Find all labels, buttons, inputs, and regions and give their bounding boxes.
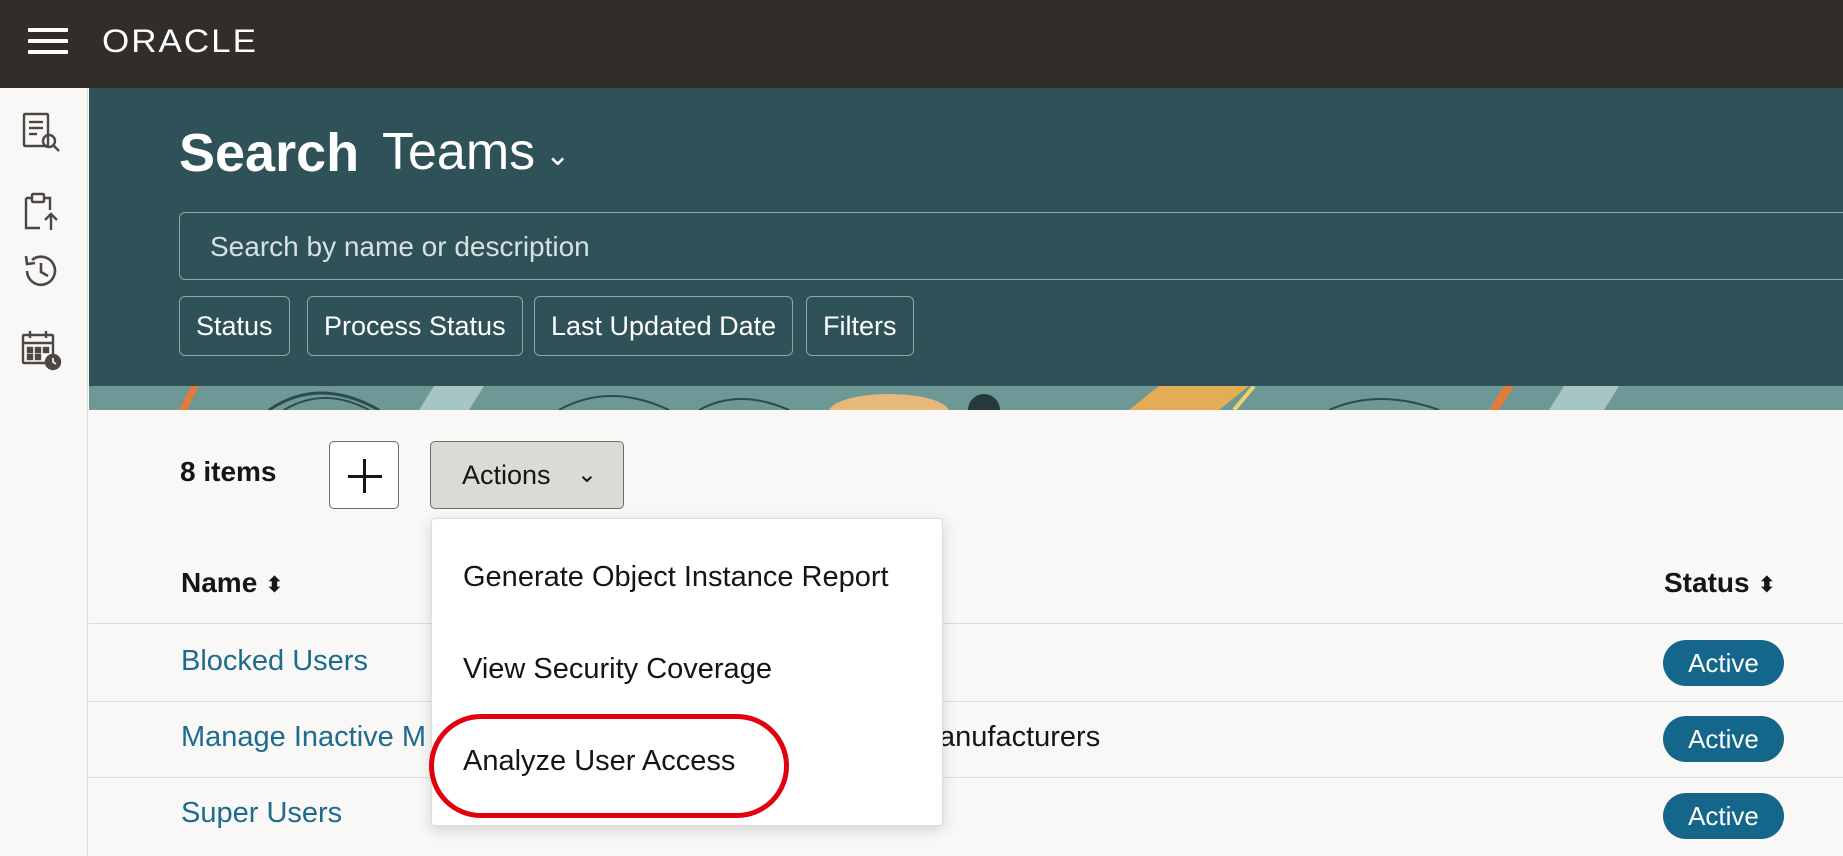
sort-icon: ⬍	[1757, 572, 1777, 597]
left-rail	[0, 88, 88, 856]
status-badge: Active	[1663, 640, 1784, 686]
team-link-super-users[interactable]: Super Users	[181, 797, 342, 830]
status-badge: Active	[1663, 716, 1784, 762]
chevron-down-icon: ⌄	[576, 461, 597, 488]
global-header: ORACLE	[0, 0, 1843, 88]
items-count: 8 items	[180, 456, 277, 487]
team-description: anufacturers	[939, 721, 1101, 753]
oracle-logo: ORACLE	[102, 23, 258, 60]
calendar-clock-icon[interactable]	[18, 326, 64, 372]
history-icon[interactable]	[18, 248, 64, 294]
column-header-name-label: Name	[181, 567, 258, 598]
sort-icon: ⬍	[265, 572, 284, 597]
menu-item-view-security-coverage[interactable]: View Security Coverage	[463, 653, 772, 686]
actions-button[interactable]: Actions ⌄	[430, 441, 624, 509]
column-header-status[interactable]: Status ⬍	[1664, 567, 1776, 599]
team-link-blocked-users[interactable]: Blocked Users	[181, 645, 368, 678]
chevron-down-icon: ⌄	[545, 138, 571, 172]
team-link-manage-inactive[interactable]: Manage Inactive M	[181, 721, 426, 754]
filter-chip-process-status[interactable]: Process Status	[307, 296, 523, 356]
filter-chip-filters[interactable]: Filters	[806, 296, 914, 356]
clipboard-upload-icon[interactable]	[18, 188, 64, 234]
row-divider	[89, 701, 1843, 702]
object-selector[interactable]: Teams ⌄	[382, 122, 570, 182]
add-button[interactable]	[329, 441, 399, 509]
status-badge: Active	[1663, 793, 1784, 839]
search-input[interactable]	[210, 229, 1810, 265]
filter-chip-last-updated-date[interactable]: Last Updated Date	[534, 296, 794, 356]
column-header-name[interactable]: Name ⬍	[181, 567, 284, 599]
column-header-status-label: Status	[1664, 567, 1750, 598]
row-divider	[89, 777, 1843, 778]
page-title: Search	[179, 123, 360, 183]
filter-chip-status[interactable]: Status	[179, 296, 290, 356]
actions-button-label: Actions	[462, 460, 551, 490]
highlight-annotation	[429, 714, 789, 818]
object-selector-label: Teams	[382, 123, 536, 181]
decorative-pattern	[89, 386, 1843, 410]
search-box[interactable]	[179, 212, 1843, 280]
row-divider	[89, 623, 1843, 624]
menu-item-generate-object-instance-report[interactable]: Generate Object Instance Report	[463, 561, 889, 594]
hamburger-menu-icon[interactable]	[28, 26, 68, 56]
report-search-icon[interactable]	[18, 110, 64, 156]
search-hero: Search Teams ⌄ Status Process Status Last…	[89, 88, 1843, 410]
